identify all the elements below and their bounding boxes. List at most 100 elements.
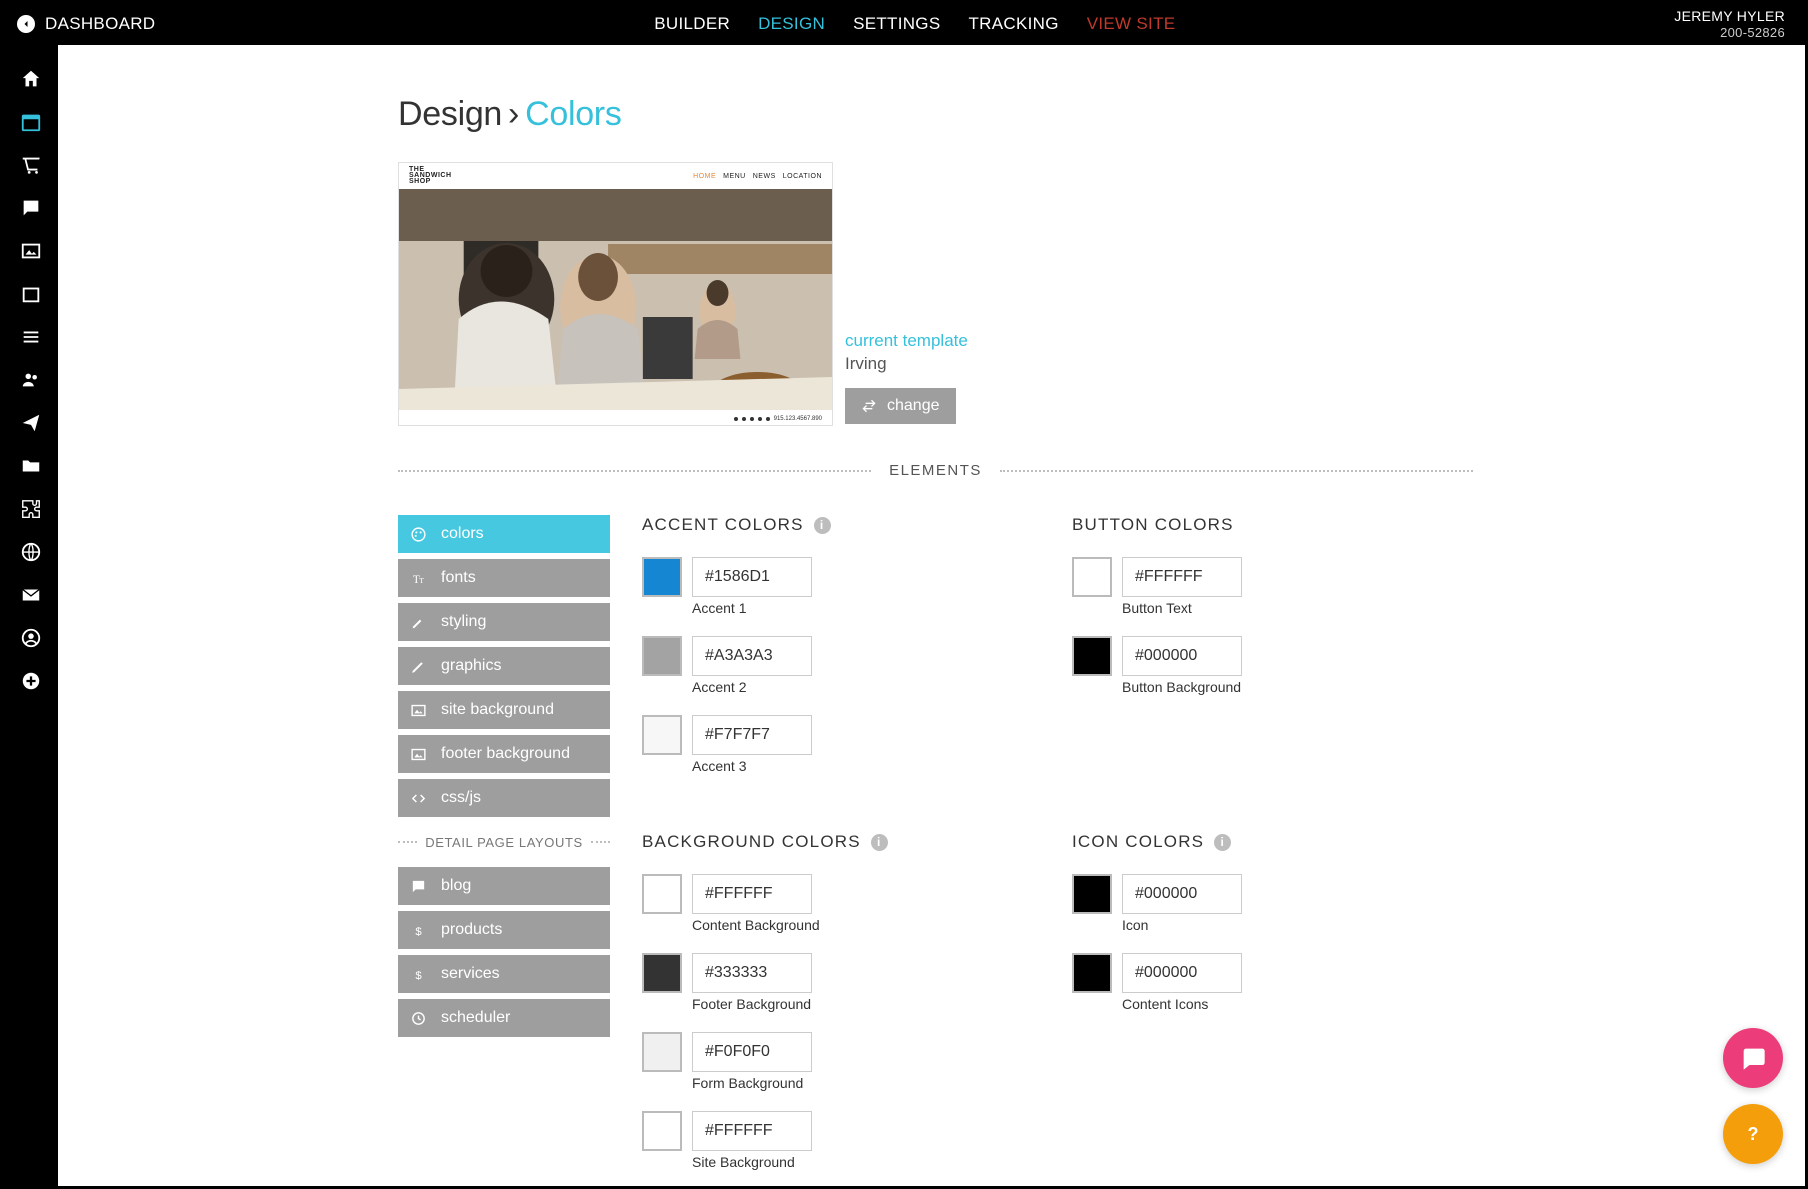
hex-input[interactable] bbox=[692, 557, 812, 597]
puzzle-icon[interactable] bbox=[19, 497, 43, 521]
color-swatch[interactable] bbox=[1072, 874, 1112, 914]
icon-colors-section: ICON COLORSiIconContent Icons bbox=[1072, 832, 1502, 1186]
pencil-icon bbox=[410, 658, 427, 675]
design-nav-products[interactable]: $products bbox=[398, 911, 610, 949]
user-block[interactable]: JEREMY HYLER 200-52826 bbox=[1674, 8, 1785, 40]
swap-icon bbox=[861, 398, 877, 414]
design-nav-scheduler[interactable]: scheduler bbox=[398, 999, 610, 1037]
color-swatch[interactable] bbox=[642, 557, 682, 597]
hex-input[interactable] bbox=[692, 874, 812, 914]
preview-footer-icons: 915.123.4567.890 bbox=[399, 410, 832, 426]
info-icon[interactable]: i bbox=[814, 517, 831, 534]
color-swatch[interactable] bbox=[642, 1032, 682, 1072]
background-color-item: Site Background bbox=[642, 1111, 1072, 1170]
breadcrumb: Design›Colors bbox=[398, 95, 1805, 134]
type-icon: TT bbox=[410, 570, 427, 587]
nav-tracking[interactable]: TRACKING bbox=[968, 14, 1058, 34]
design-nav-styling[interactable]: styling bbox=[398, 603, 610, 641]
left-rail bbox=[3, 45, 58, 1186]
elements-divider: ELEMENTS bbox=[398, 462, 1473, 479]
design-nav-blog[interactable]: blog bbox=[398, 867, 610, 905]
folder-icon[interactable] bbox=[19, 454, 43, 478]
dashboard-link[interactable]: DASHBOARD bbox=[45, 14, 155, 34]
user-circle-icon[interactable] bbox=[19, 626, 43, 650]
color-sections: ACCENT COLORSiAccent 1Accent 2Accent 3BU… bbox=[642, 515, 1502, 1186]
design-nav-fonts[interactable]: TTfonts bbox=[398, 559, 610, 597]
background-colors-section: BACKGROUND COLORSiContent BackgroundFoot… bbox=[642, 832, 1072, 1186]
info-icon[interactable]: i bbox=[871, 834, 888, 851]
breadcrumb-root[interactable]: Design bbox=[398, 95, 502, 133]
back-icon[interactable] bbox=[17, 15, 35, 33]
calendar-icon[interactable] bbox=[19, 110, 43, 134]
icon-color-item: Icon bbox=[1072, 874, 1502, 933]
color-swatch[interactable] bbox=[642, 953, 682, 993]
change-template-button[interactable]: change bbox=[845, 388, 956, 424]
globe-icon[interactable] bbox=[19, 540, 43, 564]
hex-input[interactable] bbox=[692, 715, 812, 755]
list-icon[interactable] bbox=[19, 325, 43, 349]
nav-view-site[interactable]: VIEW SITE bbox=[1087, 14, 1176, 34]
accent-color-item: Accent 2 bbox=[642, 636, 1072, 695]
design-nav-footer-background[interactable]: footer background bbox=[398, 735, 610, 773]
chat-icon bbox=[410, 878, 427, 895]
color-swatch[interactable] bbox=[1072, 636, 1112, 676]
color-label: Accent 3 bbox=[692, 758, 1072, 774]
design-nav-graphics[interactable]: graphics bbox=[398, 647, 610, 685]
send-icon[interactable] bbox=[19, 411, 43, 435]
color-label: Footer Background bbox=[692, 996, 1072, 1012]
hex-input[interactable] bbox=[692, 636, 812, 676]
chat-icon[interactable] bbox=[19, 196, 43, 220]
nav-design[interactable]: DESIGN bbox=[758, 14, 825, 34]
button-color-item: Button Text bbox=[1072, 557, 1502, 616]
accent-color-item: Accent 1 bbox=[642, 557, 1072, 616]
color-label: Content Background bbox=[692, 917, 1072, 933]
main-panel: Design›Colors THE SANDWICH SHOP HOMEMENU… bbox=[58, 45, 1805, 1186]
accent-color-item: Accent 3 bbox=[642, 715, 1072, 774]
hex-input[interactable] bbox=[1122, 953, 1242, 993]
nav-builder[interactable]: BUILDER bbox=[654, 14, 730, 34]
color-label: Accent 1 bbox=[692, 600, 1072, 616]
icon-color-item: Content Icons bbox=[1072, 953, 1502, 1012]
color-label: Button Text bbox=[1122, 600, 1502, 616]
color-swatch[interactable] bbox=[642, 1111, 682, 1151]
hex-input[interactable] bbox=[1122, 557, 1242, 597]
hex-input[interactable] bbox=[692, 953, 812, 993]
design-nav-services[interactable]: $services bbox=[398, 955, 610, 993]
plus-circle-icon[interactable] bbox=[19, 669, 43, 693]
button-colors-section: BUTTON COLORSButton TextButton Backgroun… bbox=[1072, 515, 1502, 794]
dollar-icon: $ bbox=[410, 966, 427, 983]
color-swatch[interactable] bbox=[642, 715, 682, 755]
color-swatch[interactable] bbox=[642, 874, 682, 914]
account-id: 200-52826 bbox=[1674, 25, 1785, 41]
color-label: Content Icons bbox=[1122, 996, 1502, 1012]
hex-input[interactable] bbox=[692, 1111, 812, 1151]
color-swatch[interactable] bbox=[642, 636, 682, 676]
users-icon[interactable] bbox=[19, 368, 43, 392]
color-label: Form Background bbox=[692, 1075, 1072, 1091]
color-label: Button Background bbox=[1122, 679, 1502, 695]
hex-input[interactable] bbox=[692, 1032, 812, 1072]
design-nav-colors[interactable]: colors bbox=[398, 515, 610, 553]
hex-input[interactable] bbox=[1122, 636, 1242, 676]
color-label: Site Background bbox=[692, 1154, 1072, 1170]
color-swatch[interactable] bbox=[1072, 557, 1112, 597]
color-swatch[interactable] bbox=[1072, 953, 1112, 993]
image-icon[interactable] bbox=[19, 239, 43, 263]
design-nav-css-js[interactable]: css/js bbox=[398, 779, 610, 817]
preview-brand: THE SANDWICH SHOP bbox=[409, 167, 452, 186]
info-icon[interactable]: i bbox=[1214, 834, 1231, 851]
background-color-item: Footer Background bbox=[642, 953, 1072, 1012]
help-button[interactable]: ? bbox=[1723, 1104, 1783, 1164]
hex-input[interactable] bbox=[1122, 874, 1242, 914]
clock-icon bbox=[410, 1010, 427, 1027]
breadcrumb-current: Colors bbox=[525, 95, 621, 133]
design-nav-site-background[interactable]: site background bbox=[398, 691, 610, 729]
mail-icon[interactable] bbox=[19, 583, 43, 607]
current-template-link[interactable]: current template bbox=[845, 331, 968, 351]
intercom-chat-button[interactable] bbox=[1723, 1028, 1783, 1088]
nav-settings[interactable]: SETTINGS bbox=[853, 14, 940, 34]
booking-icon[interactable] bbox=[19, 282, 43, 306]
color-label: Icon bbox=[1122, 917, 1502, 933]
cart-icon[interactable] bbox=[19, 153, 43, 177]
home-icon[interactable] bbox=[19, 67, 43, 91]
